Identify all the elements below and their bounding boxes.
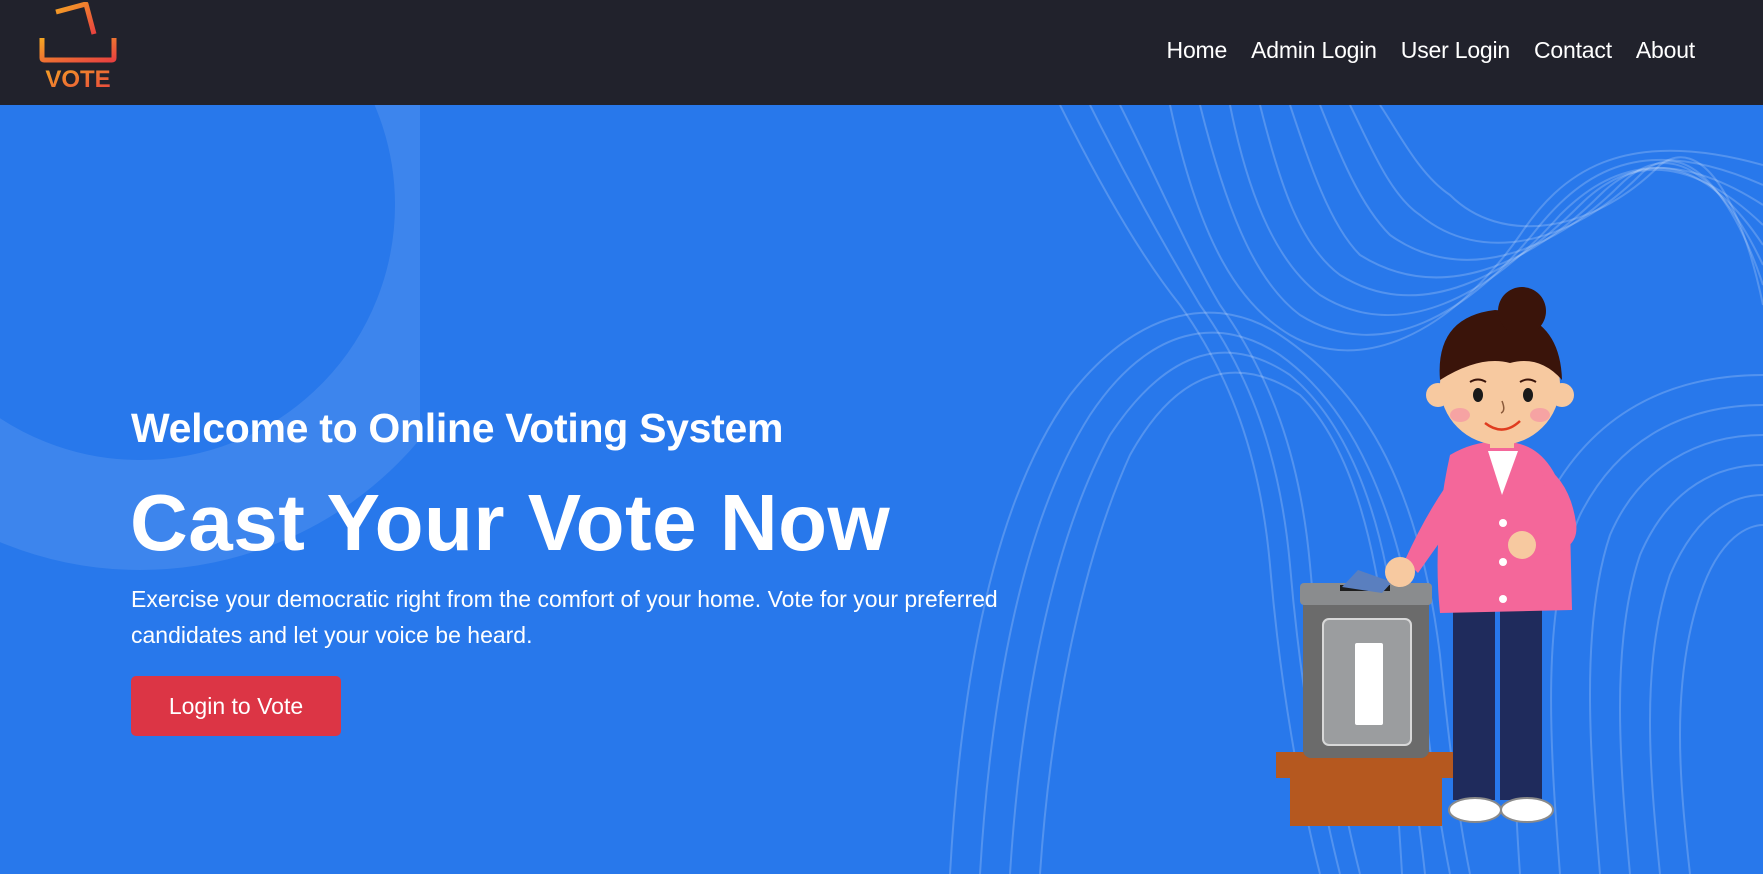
nav-user-login-link[interactable]: User Login (1401, 37, 1510, 64)
woman-voting-illustration (1276, 287, 1577, 826)
nav-admin-login-link[interactable]: Admin Login (1251, 37, 1377, 64)
hero-section: Welcome to Online Voting System Cast You… (0, 105, 1763, 874)
vote-logo[interactable]: VOTE (38, 2, 134, 94)
hero-description: Exercise your democratic right from the … (131, 586, 998, 648)
navbar: VOTE Home Admin Login User Login Contact… (0, 0, 1763, 105)
nav-menu: Home Admin Login User Login Contact Abou… (1167, 0, 1696, 100)
login-to-vote-button[interactable]: Login to Vote (131, 676, 341, 736)
nav-contact-link[interactable]: Contact (1534, 37, 1612, 64)
nav-home-link[interactable]: Home (1167, 37, 1228, 64)
hero-subtitle: Welcome to Online Voting System (131, 405, 784, 451)
logo-text: VOTE (45, 66, 110, 93)
nav-about-link[interactable]: About (1636, 37, 1695, 64)
hero-title: Cast Your Vote Now (130, 478, 891, 567)
